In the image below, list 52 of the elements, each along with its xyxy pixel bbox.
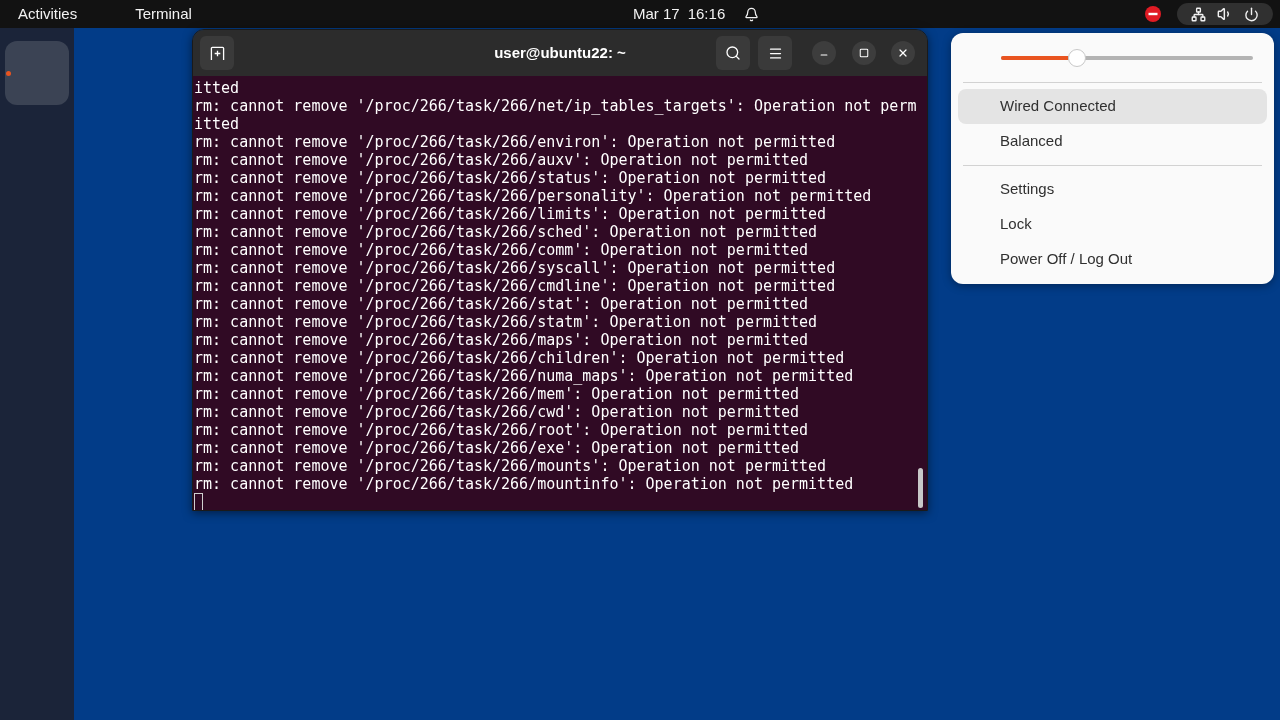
terminal-line: rm: cannot remove '/proc/266/task/266/cwd': Operation not permitted xyxy=(194,403,800,421)
terminal-line: rm: cannot remove '/proc/266/task/266/exe': Operation not permitted xyxy=(194,439,800,457)
terminal-line: rm: cannot remove '/proc/266/task/266/root': Operation not permitted xyxy=(194,421,809,439)
activities-button[interactable]: Activities xyxy=(8,2,88,26)
minus-circle-icon xyxy=(1145,6,1161,22)
block-cursor-icon xyxy=(194,493,203,510)
window-title: user@ubuntu22: ~ xyxy=(494,42,626,63)
terminal-line: itted xyxy=(194,115,240,133)
terminal-line: rm: cannot remove '/proc/266/task/266/syscall': Operation not permitted xyxy=(194,259,836,277)
terminal-line: rm: cannot remove '/proc/266/task/266/mounts': Operation not permitted xyxy=(194,457,827,475)
clock-button[interactable]: Mar 17 16:16 xyxy=(624,2,769,26)
menu-item[interactable]: Power Off / Log Out xyxy=(958,242,1267,277)
menu-icon xyxy=(767,45,783,61)
maximize-button[interactable] xyxy=(852,41,876,65)
close-icon xyxy=(897,47,909,59)
terminal-line: rm: cannot remove '/proc/266/task/266/auxv': Operation not permitted xyxy=(194,151,809,169)
terminal-line: itted xyxy=(194,79,240,97)
search-icon xyxy=(725,45,741,61)
bell-icon xyxy=(744,6,760,22)
menu-button[interactable] xyxy=(758,36,792,70)
system-status-button[interactable] xyxy=(1177,3,1273,25)
search-button[interactable] xyxy=(716,36,750,70)
close-button[interactable] xyxy=(891,41,915,65)
terminal-line: rm: cannot remove '/proc/266/task/266/personality': Operation not permitted xyxy=(194,187,872,205)
minimize-button[interactable] xyxy=(812,41,836,65)
new-tab-button[interactable] xyxy=(200,36,234,70)
terminal-line: rm: cannot remove '/proc/266/task/266/limits': Operation not permitted xyxy=(194,205,827,223)
terminal-line: rm: cannot remove '/proc/266/task/266/maps': Operation not permitted xyxy=(194,331,809,349)
terminal-line: rm: cannot remove '/proc/266/task/266/children': Operation not permitted xyxy=(194,349,845,367)
terminal-line: rm: cannot remove '/proc/266/task/266/statm': Operation not permitted xyxy=(194,313,818,331)
power-icon xyxy=(1244,6,1260,22)
slider-handle[interactable] xyxy=(1067,49,1086,67)
terminal-line: rm: cannot remove '/proc/266/task/266/net/ip_tables_targets': Operation not perm xyxy=(194,97,917,115)
menu-item[interactable]: Lock xyxy=(958,207,1267,242)
scrollbar-thumb[interactable] xyxy=(918,468,923,508)
terminal-line: rm: cannot remove '/proc/266/task/266/comm': Operation not permitted xyxy=(194,241,809,259)
terminal-line: rm: cannot remove '/proc/266/task/266/status': Operation not permitted xyxy=(194,169,827,187)
terminal-line: rm: cannot remove '/proc/266/task/266/stat': Operation not permitted xyxy=(194,295,809,313)
menu-item[interactable]: Settings xyxy=(958,172,1267,207)
network-icon xyxy=(1190,6,1206,22)
terminal-line: rm: cannot remove '/proc/266/task/266/mem': Operation not permitted xyxy=(194,385,800,403)
menu-item[interactable]: Wired Connected xyxy=(958,89,1267,124)
terminal-line: rm: cannot remove '/proc/266/task/266/cmdline': Operation not permitted xyxy=(194,277,836,295)
tab-plus-icon xyxy=(209,45,225,61)
app-menu-button[interactable]: Terminal xyxy=(125,2,202,26)
terminal-line: rm: cannot remove '/proc/266/task/266/numa_maps': Operation not permitted xyxy=(194,367,854,385)
terminal-line: rm: cannot remove '/proc/266/task/266/sched': Operation not permitted xyxy=(194,223,818,241)
terminal-line: rm: cannot remove '/proc/266/task/266/mountinfo': Operation not permitted xyxy=(194,475,854,493)
terminal-line: rm: cannot remove '/proc/266/task/266/environ': Operation not permitted xyxy=(194,133,836,151)
dock-app-tile[interactable] xyxy=(5,41,69,105)
menu-item[interactable]: Balanced xyxy=(958,124,1267,159)
maximize-icon xyxy=(859,48,869,58)
